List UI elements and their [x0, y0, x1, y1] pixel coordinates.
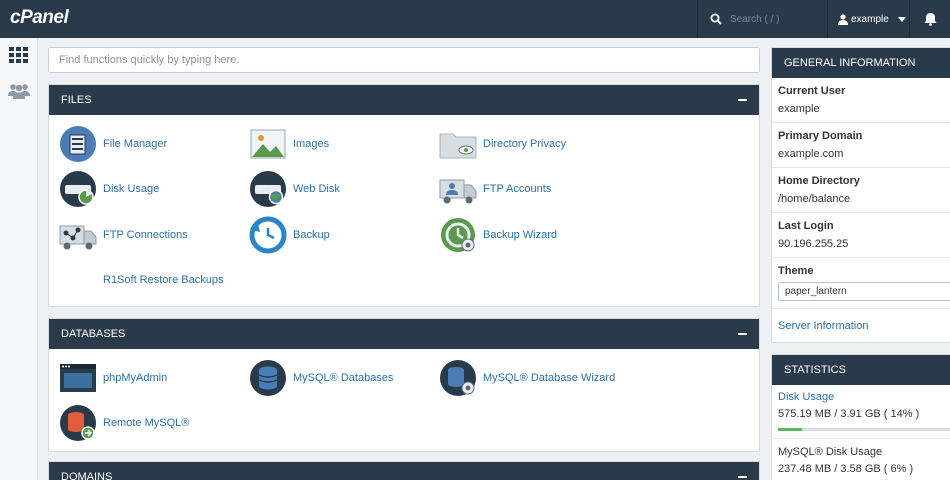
r1soft-restore-link[interactable]: R1Soft Restore Backups [103, 260, 223, 300]
remote-mysql-icon [60, 405, 96, 441]
backup-wizard-icon [441, 218, 475, 252]
ftp-connections-icon [59, 225, 97, 250]
disk-usage-stat: Disk Usage 575.19 MB / 3.91 GB ( 14% ) [772, 385, 950, 439]
mysql-database-wizard-label: MySQL® Database Wizard [483, 372, 616, 384]
current-user-value: example [778, 103, 820, 115]
file-manager-link[interactable]: File Manager [59, 124, 167, 164]
ftp-connections-link[interactable]: FTP Connections [59, 215, 188, 255]
ftp-connections-label: FTP Connections [103, 229, 188, 241]
remote-mysql-link[interactable]: Remote MySQL® [59, 403, 189, 443]
mysql-database-wizard-link[interactable]: MySQL® Database Wizard [439, 358, 615, 398]
files-panel-title: FILES [61, 94, 92, 106]
theme-label: Theme [778, 265, 814, 277]
collapse-icon[interactable] [738, 99, 747, 101]
disk-usage-icon [60, 171, 96, 207]
domains-panel-header[interactable]: DOMAINS [49, 462, 759, 480]
top-search-placeholder: Search ( / ) [730, 13, 780, 25]
mysql-databases-link[interactable]: MySQL® Databases [249, 358, 393, 398]
notifications-button[interactable] [909, 0, 950, 38]
directory-privacy-icon [439, 133, 477, 159]
current-user-row: Current User example [772, 78, 950, 123]
phpmyadmin-icon [60, 364, 96, 392]
grid-icon [9, 47, 28, 63]
cpanel-logo[interactable]: cPanel [10, 7, 69, 29]
disk-usage-progress [778, 428, 950, 431]
disk-usage-stat-link[interactable]: Disk Usage [778, 391, 944, 403]
file-manager-icon [60, 126, 96, 162]
ftp-accounts-link[interactable]: FTP Accounts [439, 169, 551, 209]
top-bar: cPanel Search ( / ) example [0, 0, 950, 38]
web-disk-label: Web Disk [293, 183, 340, 195]
theme-select[interactable]: paper_lantern [778, 282, 950, 301]
mysql-disk-usage-value: 237.48 MB / 3.58 GB ( 6% ) [778, 463, 914, 475]
backup-wizard-label: Backup Wizard [483, 229, 557, 241]
phpmyadmin-label: phpMyAdmin [103, 372, 168, 384]
last-login-row: Last Login 90.196.255.25 [772, 213, 950, 258]
user-menu[interactable]: example [827, 0, 909, 38]
files-panel: FILES File Manager Images Directory Priv… [48, 84, 760, 307]
disk-usage-progress-fill [778, 428, 803, 431]
databases-panel: DATABASES phpMyAdmin MySQL® Databases My… [48, 318, 760, 452]
ftp-accounts-label: FTP Accounts [483, 183, 552, 195]
mysql-disk-usage-label: MySQL® Disk Usage [778, 446, 883, 458]
home-directory-row: Home Directory /home/balance [772, 168, 950, 213]
web-disk-link[interactable]: Web Disk [249, 169, 340, 209]
primary-domain-label: Primary Domain [778, 130, 863, 142]
directory-privacy-link[interactable]: Directory Privacy [439, 124, 566, 164]
r1soft-restore-label: R1Soft Restore Backups [103, 274, 224, 286]
disk-usage-label: Disk Usage [103, 183, 160, 195]
caret-down-icon [897, 16, 906, 22]
general-information-panel: GENERAL INFORMATION Current User example… [771, 47, 950, 343]
mysql-databases-label: MySQL® Databases [293, 372, 394, 384]
images-icon [250, 129, 286, 159]
bell-icon [924, 13, 936, 26]
file-manager-label: File Manager [103, 138, 168, 150]
last-login-value: 90.196.255.25 [778, 238, 849, 250]
images-label: Images [293, 138, 330, 150]
web-disk-icon [250, 171, 286, 207]
databases-panel-header[interactable]: DATABASES [49, 319, 759, 349]
current-user-label: Current User [778, 85, 846, 97]
files-panel-header[interactable]: FILES [49, 85, 759, 115]
databases-panel-title: DATABASES [61, 328, 126, 340]
home-directory-label: Home Directory [778, 175, 860, 187]
user-icon [838, 13, 848, 25]
find-functions-input[interactable] [48, 47, 760, 73]
general-information-title: GENERAL INFORMATION [772, 48, 950, 78]
backup-label: Backup [293, 229, 330, 241]
left-rail [0, 38, 38, 480]
server-information-link[interactable]: Server Information [778, 320, 868, 332]
disk-usage-link[interactable]: Disk Usage [59, 169, 159, 209]
backup-wizard-link[interactable]: Backup Wizard [439, 215, 557, 255]
home-directory-value: /home/balance [778, 193, 851, 205]
collapse-icon[interactable] [738, 476, 747, 478]
server-info-row: Server Information [772, 309, 950, 341]
backup-link[interactable]: Backup [249, 215, 330, 255]
images-link[interactable]: Images [249, 124, 329, 164]
statistics-title: STATISTICS [772, 355, 950, 385]
user-manager-button[interactable] [0, 74, 38, 108]
disk-usage-stat-value: 575.19 MB / 3.91 GB ( 14% ) [778, 408, 920, 420]
phpmyadmin-link[interactable]: phpMyAdmin [59, 358, 167, 398]
primary-domain-row: Primary Domain example.com [772, 123, 950, 168]
top-search[interactable]: Search ( / ) [697, 0, 827, 38]
statistics-panel: STATISTICS Disk Usage 575.19 MB / 3.91 G… [771, 354, 950, 480]
remote-mysql-label: Remote MySQL® [103, 417, 190, 429]
mysql-database-wizard-icon [440, 360, 476, 396]
last-login-label: Last Login [778, 220, 834, 232]
domains-panel: DOMAINS [48, 461, 760, 480]
users-icon [8, 84, 30, 99]
directory-privacy-label: Directory Privacy [483, 138, 567, 150]
domains-panel-title: DOMAINS [61, 471, 113, 480]
mysql-databases-icon [250, 360, 286, 396]
backup-icon [249, 216, 287, 254]
theme-row: Theme paper_lantern [772, 258, 950, 309]
primary-domain-value: example.com [778, 148, 844, 160]
user-name: example [851, 13, 889, 25]
home-grid-button[interactable] [0, 38, 38, 72]
search-icon [710, 13, 722, 25]
ftp-accounts-icon [439, 179, 477, 204]
collapse-icon[interactable] [738, 333, 747, 335]
mysql-disk-usage-stat: MySQL® Disk Usage 237.48 MB / 3.58 GB ( … [772, 439, 950, 480]
